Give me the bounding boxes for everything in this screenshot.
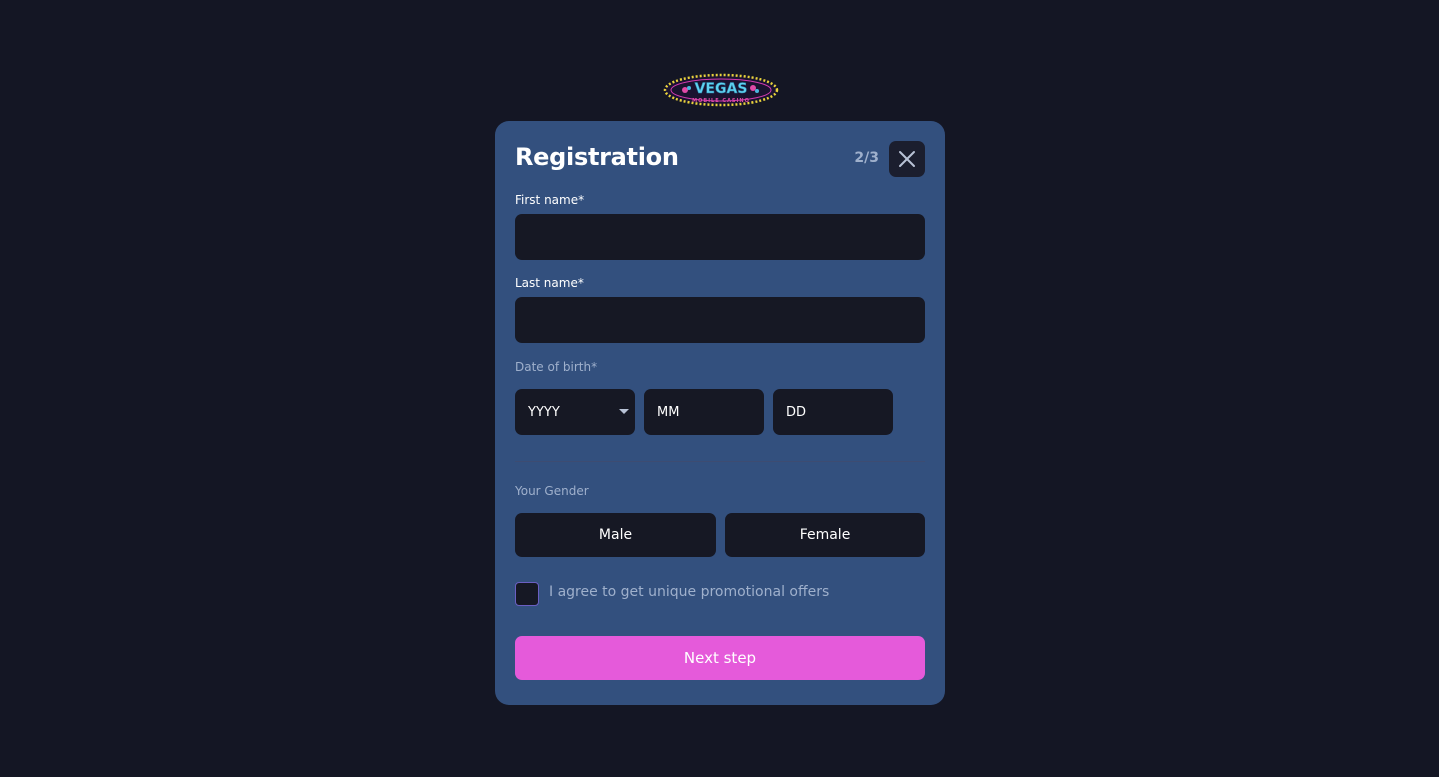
logo-subtext: MOBILE CASINO <box>692 98 750 104</box>
step-indicator: 2/3 <box>854 150 879 166</box>
gender-male-label: Male <box>598 527 633 543</box>
gender-male-button[interactable]: Male <box>515 513 716 557</box>
last-name-input[interactable] <box>515 297 925 343</box>
modal-title: Registration <box>515 143 679 171</box>
dob-year-select[interactable]: YYYY <box>515 389 635 435</box>
chevron-down-icon <box>619 409 629 414</box>
last-name-label: Last name* <box>515 276 584 290</box>
logo-text: VEGAS <box>695 81 748 97</box>
promo-checkbox[interactable] <box>515 582 539 606</box>
dob-day-placeholder: DD <box>786 404 807 420</box>
divider <box>515 461 925 462</box>
registration-modal: Registration 2/3 First name* Last name* … <box>495 121 945 705</box>
first-name-input[interactable] <box>515 214 925 260</box>
first-name-label: First name* <box>515 193 585 207</box>
dob-month-input[interactable]: MM <box>644 389 764 435</box>
vegas-logo: VEGAS MOBILE CASINO <box>663 73 779 107</box>
gender-label: Your Gender <box>515 484 589 498</box>
promo-label: I agree to get unique promotional offers <box>549 584 830 600</box>
close-icon <box>899 151 915 167</box>
gender-female-label: Female <box>799 527 851 543</box>
dob-month-placeholder: MM <box>657 404 680 420</box>
close-button[interactable] <box>889 141 925 177</box>
next-step-button[interactable]: Next step <box>515 636 925 680</box>
dob-day-input[interactable]: DD <box>773 389 893 435</box>
dob-year-value: YYYY <box>528 404 560 420</box>
gender-female-button[interactable]: Female <box>725 513 925 557</box>
next-step-label: Next step <box>683 649 757 667</box>
dob-label: Date of birth* <box>515 360 598 374</box>
